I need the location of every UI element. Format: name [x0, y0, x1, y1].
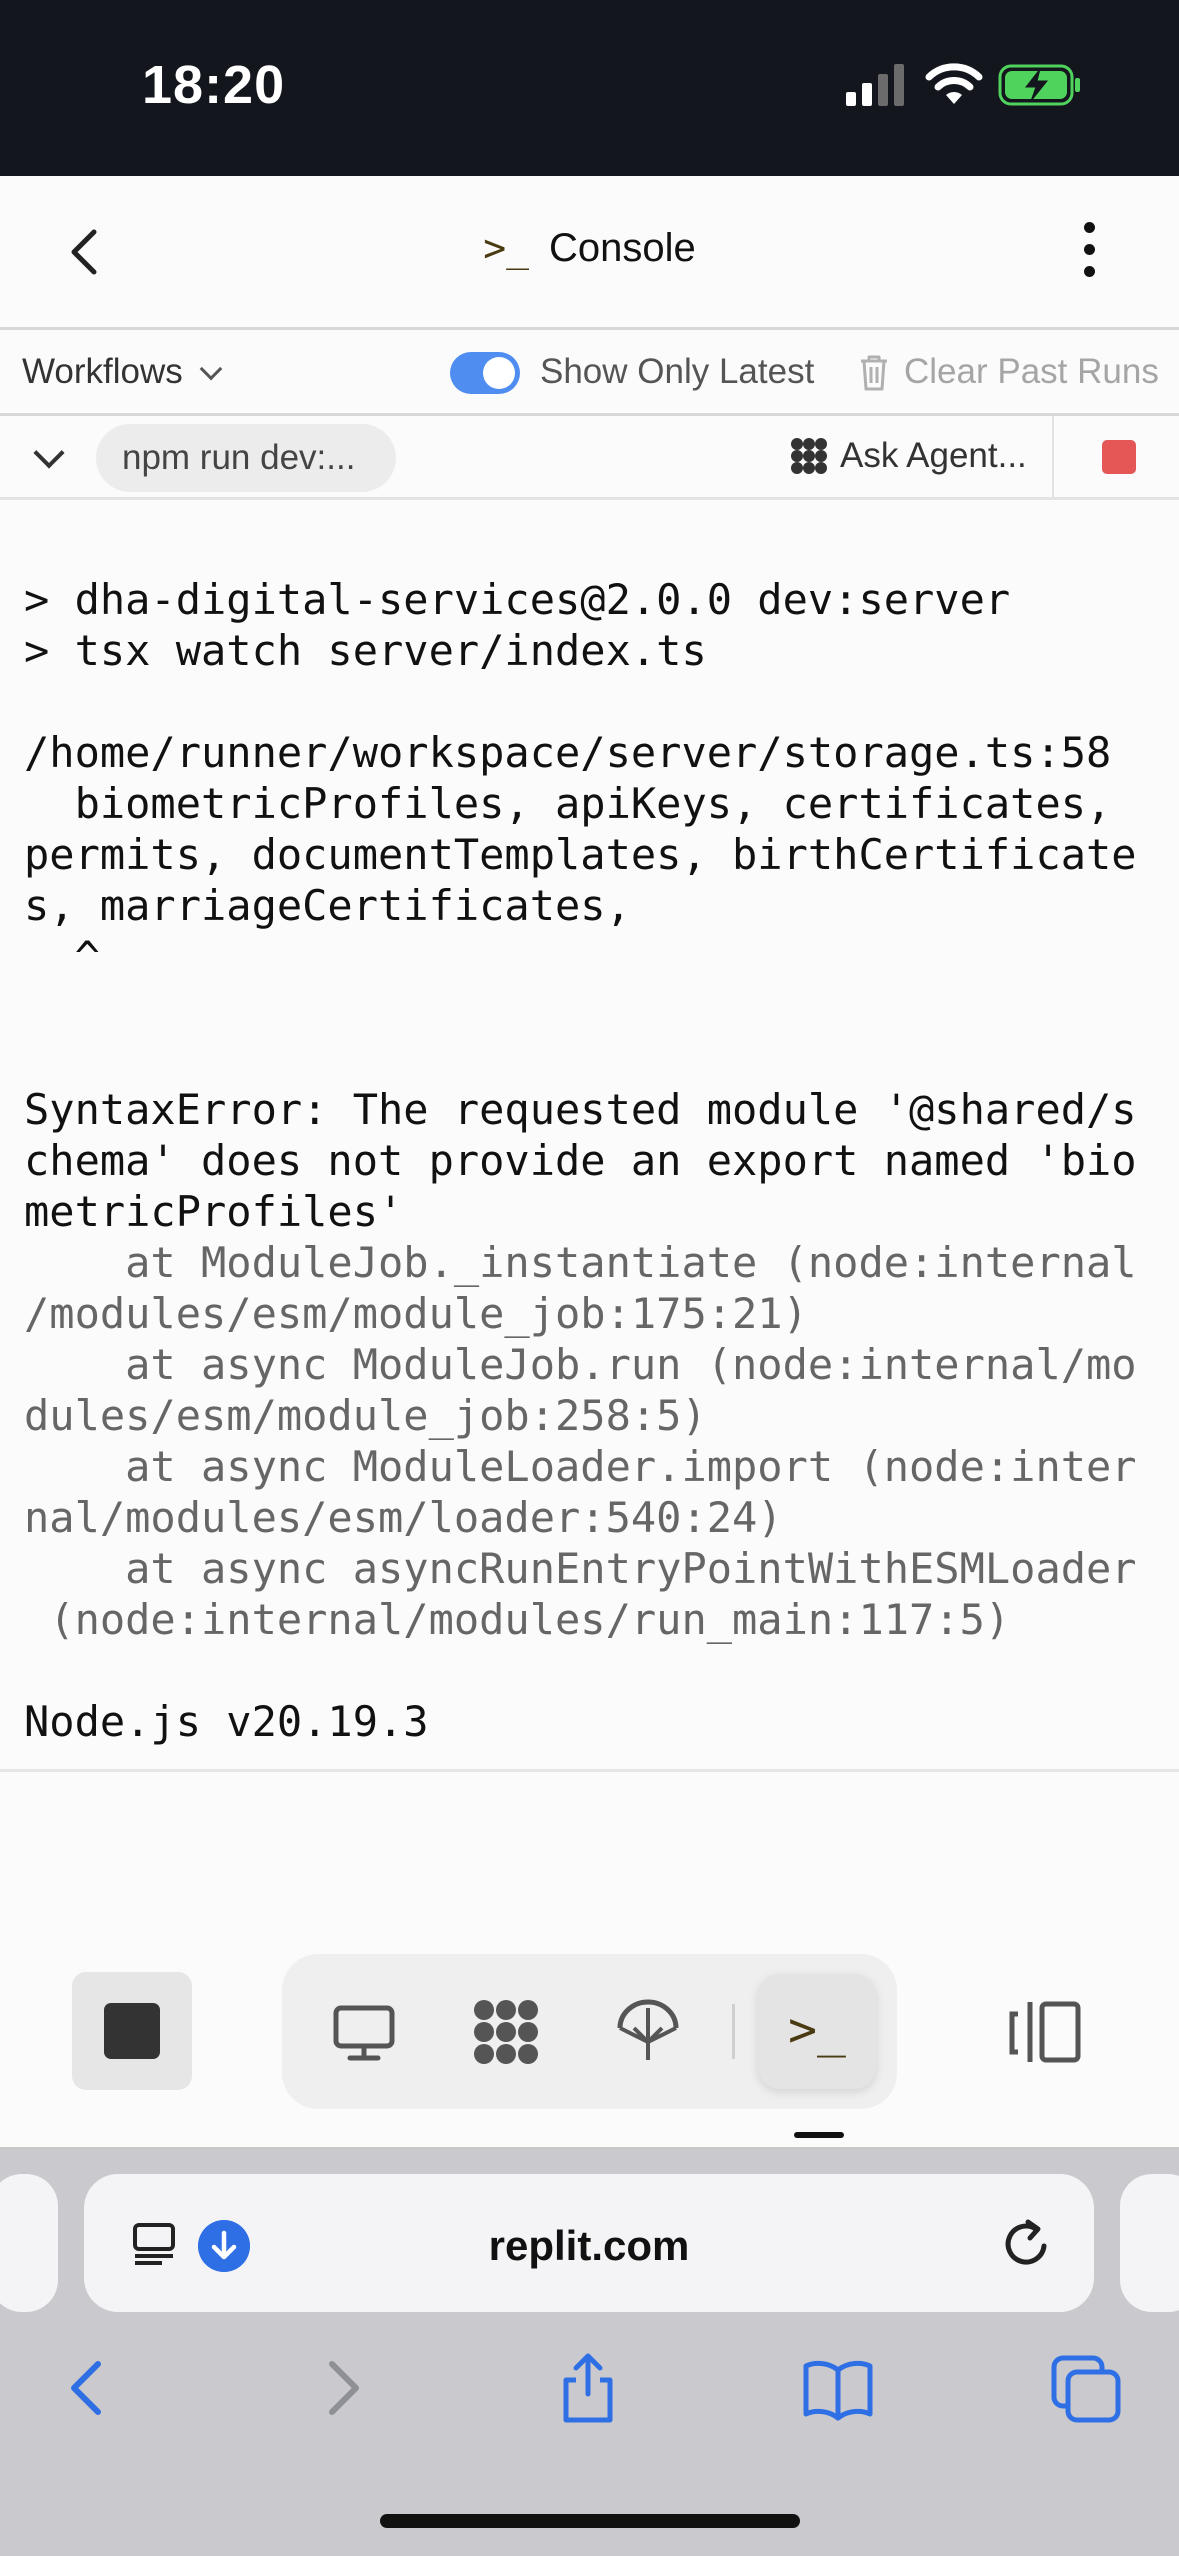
console-header: >_ Console [0, 176, 1179, 330]
ask-agent-label: Ask Agent... [840, 436, 1027, 475]
run-bar: npm run dev:... Ask Agent... [0, 416, 1179, 500]
console-line: ^ [24, 932, 100, 981]
console-line: /modules/esm/module_job:175:21) [24, 1289, 808, 1338]
console-line: at async asyncRunEntryPointWithESMLoader [24, 1544, 1137, 1593]
console-line: metricProfiles' [24, 1187, 404, 1236]
active-tab-indicator [794, 2132, 844, 2138]
battery-charging-icon [998, 64, 1080, 106]
status-time: 18:20 [142, 55, 286, 115]
back-nav-icon[interactable] [50, 2350, 126, 2426]
stop-run-button[interactable] [1102, 440, 1136, 474]
console-line: at async ModuleLoader.import (node:inter [24, 1442, 1137, 1491]
page-title-text: Console [549, 225, 696, 270]
share-icon[interactable] [550, 2350, 626, 2426]
console-line: SyntaxError: The requested module '@shar… [24, 1085, 1137, 1134]
next-tab-preview[interactable] [1120, 2174, 1179, 2312]
page-title: >_ Console [0, 224, 1179, 271]
divider [1052, 416, 1054, 500]
tab-deployments[interactable] [588, 1974, 706, 2089]
more-options-button[interactable] [1070, 222, 1108, 284]
terminal-icon: >_ [788, 2002, 846, 2058]
previous-tab-preview[interactable] [0, 2174, 58, 2312]
tab-divider [732, 2004, 735, 2059]
tab-console[interactable]: >_ [758, 1974, 876, 2089]
terminal-icon: >_ [483, 226, 529, 271]
chevron-down-icon [199, 357, 223, 381]
wifi-icon [925, 63, 983, 104]
console-line: at ModuleJob._instantiate (node:internal [24, 1238, 1137, 1287]
stop-button[interactable] [72, 1972, 192, 2090]
bottom-dock: >_ [0, 1772, 1179, 2150]
tool-tabs: >_ [282, 1954, 897, 2109]
workflows-dropdown[interactable]: Workflows [22, 352, 223, 392]
console-line: nal/modules/esm/loader:540:24) [24, 1493, 783, 1542]
workflows-label: Workflows [22, 352, 183, 391]
run-command-pill[interactable]: npm run dev:... [96, 424, 396, 492]
address-bar[interactable]: replit.com [84, 2174, 1094, 2312]
monitor-icon [333, 2005, 395, 2061]
workflow-toolbar: Workflows Show Only Latest Clear Past Ru… [0, 330, 1179, 416]
console-line: s, marriageCertificates, [24, 881, 631, 930]
url-text: replit.com [488, 2222, 690, 2269]
bookmarks-icon[interactable] [800, 2350, 876, 2426]
console-line: > tsx watch server/index.ts [24, 626, 707, 675]
ask-agent-button[interactable]: Ask Agent... [790, 436, 1027, 476]
console-line: > dha-digital-services@2.0.0 dev:server [24, 575, 1011, 624]
console-line: /home/runner/workspace/server/storage.ts… [24, 728, 1112, 777]
show-only-latest-toggle[interactable] [450, 352, 520, 394]
collapse-run-button[interactable] [30, 438, 70, 478]
console-log: > dha-digital-services@2.0.0 dev:server … [24, 574, 1164, 1747]
console-line: at async ModuleJob.run (node:internal/mo [24, 1340, 1137, 1389]
agent-icon [791, 438, 827, 474]
trash-icon [861, 355, 887, 391]
tab-agent[interactable] [446, 1974, 564, 2089]
console-output: > dha-digital-services@2.0.0 dev:server … [0, 500, 1179, 1772]
console-line: permits, documentTemplates, birthCertifi… [24, 830, 1137, 879]
agent-icon [474, 2000, 538, 2064]
tabs-icon[interactable] [1048, 2350, 1124, 2426]
browser-toolbar: replit.com [0, 2150, 1179, 2556]
forward-nav-icon[interactable] [304, 2350, 380, 2426]
parachute-icon [617, 1999, 679, 2060]
cellular-signal-icon [846, 64, 904, 106]
show-only-latest-label: Show Only Latest [540, 352, 815, 391]
console-line: Node.js v20.19.3 [24, 1697, 429, 1746]
tab-webview[interactable] [304, 1974, 422, 2089]
console-line: dules/esm/module_job:258:5) [24, 1391, 707, 1440]
panes-icon[interactable] [1006, 1996, 1086, 2068]
reload-icon[interactable] [998, 2216, 1054, 2272]
status-bar: 18:20 [0, 0, 1179, 176]
home-indicator [380, 2514, 800, 2528]
console-line: (node:internal/modules/run_main:117:5) [24, 1595, 1011, 1644]
console-line: chema' does not provide an export named … [24, 1136, 1137, 1185]
console-line: biometricProfiles, apiKeys, certificates… [24, 779, 1112, 828]
clear-past-runs-button[interactable]: Clear Past Runs [904, 352, 1159, 392]
